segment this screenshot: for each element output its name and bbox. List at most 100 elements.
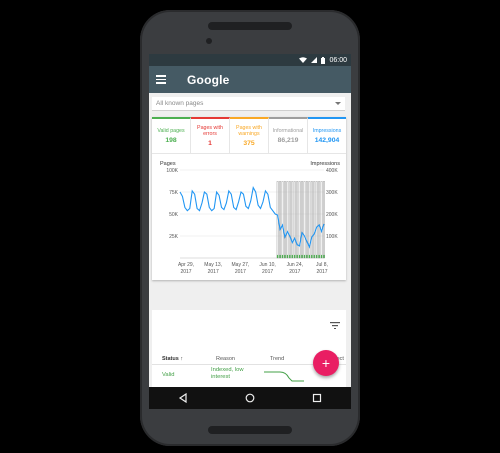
left-axis-label: Pages <box>160 161 176 167</box>
back-icon[interactable] <box>178 393 188 403</box>
tab-count: 375 <box>243 139 255 147</box>
valid-bar <box>316 254 318 258</box>
informational-bar <box>303 181 306 259</box>
right-tick-label: 200K <box>326 212 338 218</box>
top-speaker <box>208 22 292 30</box>
informational-bar <box>286 181 289 259</box>
x-tick-label: May 13, <box>204 262 222 268</box>
tab-count: 1 <box>208 139 212 147</box>
informational-bar <box>301 181 303 259</box>
informational-bar <box>298 181 301 259</box>
tab-2[interactable]: Pages with warnings 375 <box>230 117 269 153</box>
tab-count: 86,219 <box>277 136 299 144</box>
valid-bar <box>291 254 293 258</box>
tab-3[interactable]: Informational 86,219 <box>269 117 308 153</box>
bottom-speaker <box>208 426 292 434</box>
valid-bar <box>284 254 286 258</box>
screen: 06:00 Google All known pages Valid pages… <box>149 54 351 409</box>
navigation-bar <box>149 387 351 409</box>
right-axis-label: Impressions <box>310 161 340 167</box>
clock: 06:00 <box>329 56 347 64</box>
informational-bar <box>313 181 316 259</box>
valid-bar <box>296 254 298 258</box>
valid-bar <box>294 254 296 258</box>
informational-bar <box>315 181 318 259</box>
valid-bar <box>289 254 291 258</box>
valid-bar <box>311 254 313 258</box>
tab-label: Pages with warnings <box>236 124 262 138</box>
caret-down-icon <box>335 102 341 105</box>
column-reason[interactable]: Reason <box>216 356 235 362</box>
chart-svg: Pages Impressions 100K 400K 75K 300K 50K 200K 25… <box>160 161 340 275</box>
valid-bar <box>298 254 301 258</box>
valid-bar <box>318 254 320 258</box>
tab-4[interactable]: Impressions 142,904 <box>308 117 346 153</box>
row-reason: Indexed, low interest <box>211 367 244 380</box>
x-tick-label: Apr 29, <box>178 262 194 268</box>
phone-frame: 06:00 Google All known pages Valid pages… <box>140 10 360 446</box>
impressions-line <box>179 185 325 249</box>
home-icon[interactable] <box>245 393 255 403</box>
column-trend[interactable]: Trend <box>270 356 284 362</box>
tab-count: 142,904 <box>314 136 340 144</box>
wifi-icon <box>299 57 308 63</box>
informational-bar <box>318 181 321 259</box>
recents-icon[interactable] <box>312 393 322 403</box>
informational-bar <box>279 181 281 259</box>
filter-icon[interactable] <box>330 322 340 329</box>
signal-icon <box>311 57 318 63</box>
right-tick-label: 100K <box>326 234 338 240</box>
column-status[interactable]: Status ↑ <box>162 356 183 362</box>
informational-bar <box>323 181 325 259</box>
tab-label: Informational <box>272 128 304 135</box>
valid-bar <box>308 254 311 258</box>
x-tick-label-year: 2017 <box>262 269 273 275</box>
arrow-up-icon: ↑ <box>180 356 184 362</box>
summary-card: Valid pages 198 Pages with errors 1 Pages wi… <box>152 117 346 280</box>
tab-label: Pages with errors <box>197 124 223 138</box>
x-tick-label: Jun 10, <box>259 262 275 268</box>
battery-icon <box>321 56 326 64</box>
app-title: Google <box>187 72 230 87</box>
tab-0[interactable]: Valid pages 198 <box>152 117 191 153</box>
valid-bar <box>320 254 323 258</box>
left-tick-label: 75K <box>169 190 179 196</box>
valid-bar <box>279 254 281 258</box>
valid-bar <box>286 254 289 258</box>
app-bar: Google <box>149 66 351 93</box>
front-camera <box>206 38 212 44</box>
status-tabs: Valid pages 198 Pages with errors 1 Pages wi… <box>152 117 346 153</box>
x-tick-label: May 27, <box>232 262 250 268</box>
dropdown-value: All known pages <box>156 100 204 107</box>
valid-bar <box>306 254 308 258</box>
row-status: Valid <box>162 372 175 378</box>
status-bar: 06:00 <box>149 54 351 66</box>
x-tick-label-year: 2017 <box>316 269 327 275</box>
x-tick-label: Jul 8, <box>316 262 328 268</box>
informational-bar <box>296 181 299 259</box>
valid-bar <box>281 254 284 258</box>
x-tick-label-year: 2017 <box>208 269 219 275</box>
valid-bar <box>323 254 325 258</box>
informational-bar <box>320 181 323 259</box>
left-tick-label: 25K <box>169 234 179 240</box>
page-filter-dropdown[interactable]: All known pages <box>152 97 345 111</box>
valid-bar <box>303 254 306 258</box>
valid-bar <box>301 254 303 258</box>
informational-bar <box>293 181 296 259</box>
tab-count: 198 <box>165 136 177 144</box>
menu-icon[interactable] <box>156 75 172 84</box>
left-tick-label: 50K <box>169 212 179 218</box>
tab-1[interactable]: Pages with errors 1 <box>191 117 230 153</box>
valid-bar <box>313 254 315 258</box>
x-tick-label-year: 2017 <box>235 269 246 275</box>
x-tick-label-year: 2017 <box>180 269 191 275</box>
tab-label: Valid pages <box>157 128 185 135</box>
trend-sparkline <box>264 371 304 382</box>
column-status-label: Status <box>162 356 179 362</box>
informational-bar <box>310 181 313 259</box>
tab-label: Impressions <box>312 128 342 135</box>
add-button[interactable]: + <box>313 350 339 376</box>
informational-bar <box>305 181 308 259</box>
informational-bar <box>288 181 291 259</box>
